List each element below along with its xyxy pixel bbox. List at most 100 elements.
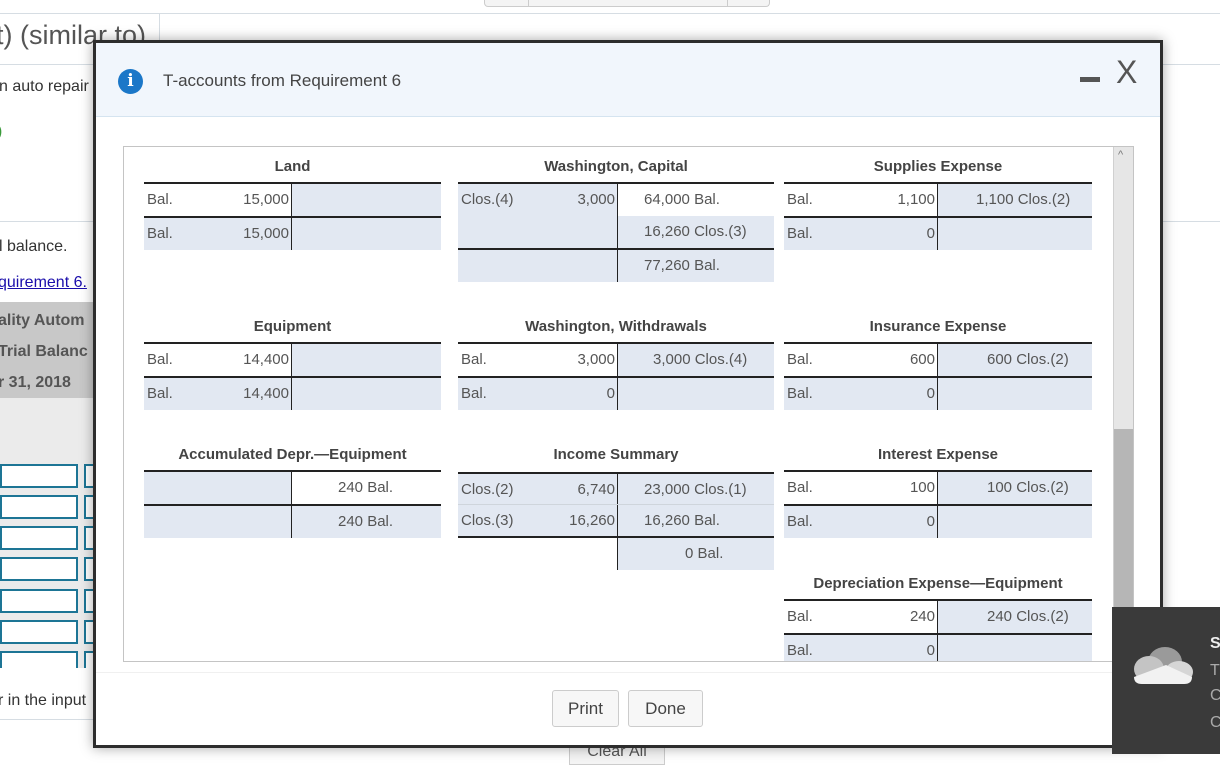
t-account-accumulated-depreciation: Accumulated Depr.—Equipment 240 Bal. 240… <box>144 439 441 538</box>
t-account-row: Bal. 0 <box>784 376 1092 410</box>
debit-amount: 3,000 <box>577 351 615 368</box>
credit-balance: 77,260 Bal. <box>644 257 720 274</box>
t-account-title: Equipment <box>144 311 441 344</box>
t-account-depreciation-expense: Depreciation Expense—Equipment Bal. 240 2… <box>784 568 1092 661</box>
account-input[interactable] <box>0 589 78 613</box>
requirement-6-link[interactable]: quirement 6. <box>0 274 87 292</box>
credit-balance: 0 Bal. <box>685 545 724 562</box>
credit-entry: 240 Bal. <box>338 513 394 530</box>
account-input[interactable] <box>0 464 78 488</box>
debit-label: Bal. <box>787 608 813 625</box>
notification-title: S <box>1210 635 1220 652</box>
close-icon[interactable]: X <box>1116 56 1137 88</box>
debit-amount: 0 <box>926 225 935 242</box>
t-account-row: Bal. 15,000 <box>144 216 441 250</box>
debit-label: Bal. <box>147 385 173 402</box>
instruction-text: l balance. <box>0 238 68 255</box>
t-account-washington-capital: Washington, Capital Clos.(4) 3,000 64,000… <box>458 151 774 282</box>
debit-amount: 15,000 <box>243 191 289 208</box>
debit-label: Bal. <box>787 225 813 242</box>
account-input[interactable] <box>0 495 78 519</box>
t-account-row: 0 Bal. <box>458 536 774 570</box>
debit-label: Clos.(4) <box>461 191 514 208</box>
notification-text: C <box>1210 714 1220 731</box>
t-account-title: Depreciation Expense—Equipment <box>784 568 1092 601</box>
t-account-title: Insurance Expense <box>784 311 1092 344</box>
statement-date: r 31, 2018 <box>0 374 71 391</box>
t-account-row: Bal. 14,400 <box>144 344 441 376</box>
debit-label: Bal. <box>461 351 487 368</box>
info-icon: i <box>118 69 143 94</box>
onedrive-cloud-icon <box>1134 647 1193 684</box>
top-toolbar-button-group[interactable] <box>484 0 770 7</box>
t-account-row: Bal. 100 100 Clos.(2) <box>784 472 1092 504</box>
debit-amount: 1,100 <box>897 191 935 208</box>
debit-label: Clos.(3) <box>461 512 514 529</box>
t-accounts-scroll-area: Land Bal. 15,000 Bal. 15,000 Equipment Bal… <box>123 146 1134 662</box>
debit-label: Bal. <box>461 385 487 402</box>
t-account-title: Accumulated Depr.—Equipment <box>144 439 441 472</box>
clear-all-button[interactable]: Clear All <box>569 744 665 765</box>
t-account-income-summary: Income Summary Clos.(2) 6,740 23,000 Clos… <box>458 439 774 570</box>
credit-entry: 1,100 Clos.(2) <box>976 191 1071 208</box>
credit-entry: 64,000 Bal. <box>644 191 720 208</box>
statement-name: Trial Balanc <box>0 343 88 360</box>
dialog-header: i T-accounts from Requirement 6 X <box>96 43 1160 117</box>
t-account-row: Bal. 600 600 Clos.(2) <box>784 344 1092 376</box>
debit-amount: 240 <box>909 608 935 625</box>
company-name: ality Autom <box>0 312 85 329</box>
scroll-up-icon[interactable]: ^ <box>1118 149 1123 161</box>
t-account-washington-withdrawals: Washington, Withdrawals Bal. 3,000 3,000 … <box>458 311 774 410</box>
t-account-supplies-expense: Supplies Expense Bal. 1,100 1,100 Clos.(2… <box>784 151 1092 250</box>
t-account-row: Bal. 3,000 3,000 Clos.(4) <box>458 344 774 376</box>
account-input[interactable] <box>0 651 78 668</box>
debit-amount: 6,740 <box>577 481 615 498</box>
credit-entry: 16,260 Clos.(3) <box>644 223 747 240</box>
t-account-row: Bal. 15,000 <box>144 184 441 216</box>
t-account-row: Clos.(2) 6,740 23,000 Clos.(1) <box>458 472 774 506</box>
t-account-row: Bal. 1,100 1,100 Clos.(2) <box>784 184 1092 216</box>
debit-amount: 600 <box>909 351 935 368</box>
t-account-row: Bal. 240 240 Clos.(2) <box>784 601 1092 633</box>
trial-balance-header: ality Autom Trial Balanc r 31, 2018 <box>0 302 100 398</box>
credit-entry: 23,000 Clos.(1) <box>644 481 747 498</box>
onedrive-notification[interactable]: S T C C <box>1112 607 1220 754</box>
account-input[interactable] <box>0 620 78 644</box>
t-account-row: 240 Bal. <box>144 504 441 538</box>
debit-amount: 0 <box>926 385 935 402</box>
credit-entry: 240 Bal. <box>338 479 394 496</box>
vertical-scrollbar[interactable]: ^ <box>1113 147 1133 661</box>
debit-amount: 0 <box>926 642 935 659</box>
debit-amount: 3,000 <box>577 191 615 208</box>
debit-label: Bal. <box>787 191 813 208</box>
t-account-row: Bal. 14,400 <box>144 376 441 410</box>
debit-amount: 15,000 <box>243 225 289 242</box>
account-input[interactable] <box>0 557 78 581</box>
question-points-text: ) <box>0 123 2 141</box>
divider <box>0 13 1220 14</box>
notification-text: T <box>1210 662 1220 679</box>
debit-label: Bal. <box>147 191 173 208</box>
done-button[interactable]: Done <box>628 690 703 727</box>
debit-amount: 14,400 <box>243 385 289 402</box>
debit-amount: 100 <box>909 479 935 496</box>
question-intro-text: n auto repair <box>0 78 89 95</box>
debit-amount: 16,260 <box>569 512 615 529</box>
print-button[interactable]: Print <box>552 690 619 727</box>
debit-label: Bal. <box>147 225 173 242</box>
credit-entry: 16,260 Bal. <box>644 512 720 529</box>
t-account-row: Bal. 0 <box>458 376 774 410</box>
t-account-row: 240 Bal. <box>144 472 441 504</box>
t-account-title: Washington, Withdrawals <box>458 311 774 344</box>
t-account-land: Land Bal. 15,000 Bal. 15,000 <box>144 151 441 250</box>
credit-entry: 3,000 Clos.(4) <box>653 351 748 368</box>
divider <box>96 672 1160 673</box>
debit-amount: 14,400 <box>243 351 289 368</box>
t-account-row-group: Clos.(4) 3,000 64,000 Bal. 16,260 Clos.(3… <box>458 184 774 248</box>
t-account-row: Clos.(3) 16,260 16,260 Bal. <box>458 504 774 537</box>
t-account-equipment: Equipment Bal. 14,400 Bal. 14,400 <box>144 311 441 410</box>
debit-label: Bal. <box>787 513 813 530</box>
minimize-icon[interactable] <box>1080 77 1100 82</box>
t-account-row: Bal. 0 <box>784 504 1092 538</box>
account-input[interactable] <box>0 526 78 550</box>
